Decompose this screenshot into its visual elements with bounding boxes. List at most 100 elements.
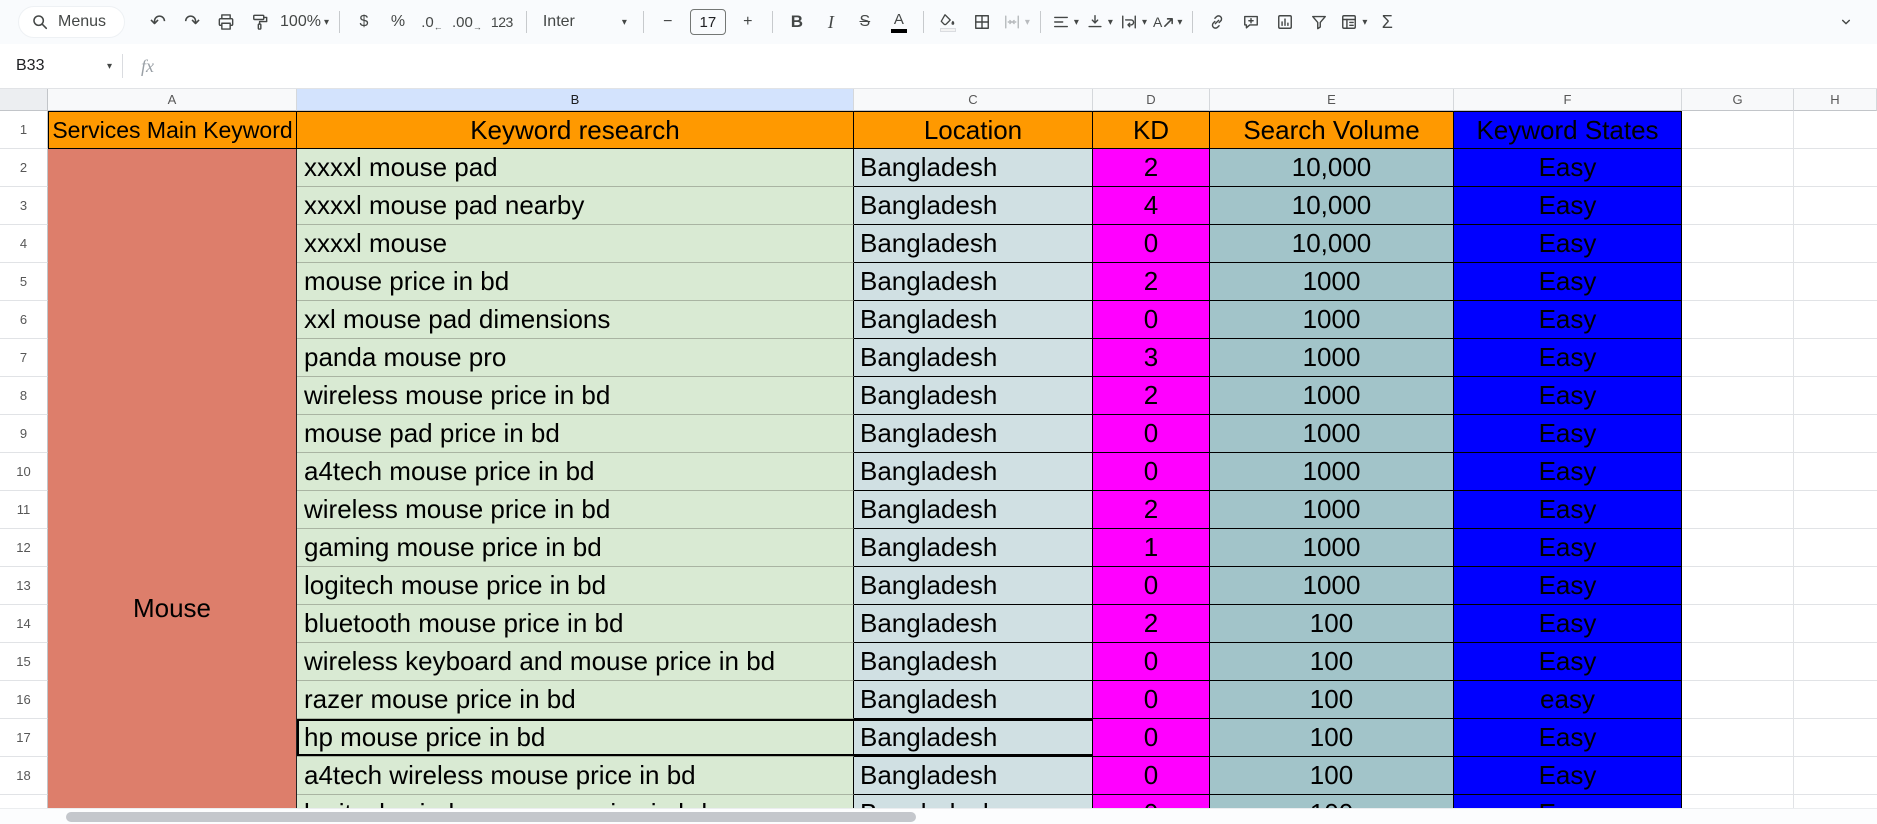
cell-H15[interactable]: [1794, 643, 1877, 681]
cell-F9[interactable]: Easy: [1454, 415, 1682, 453]
cell-F7[interactable]: Easy: [1454, 339, 1682, 377]
cell-E17[interactable]: 100: [1210, 719, 1454, 757]
formula-input[interactable]: [164, 44, 1877, 88]
cell-E10[interactable]: 1000: [1210, 453, 1454, 491]
row-header-3[interactable]: 3: [0, 187, 48, 225]
cell-B13[interactable]: logitech mouse price in bd: [297, 567, 854, 605]
cell-F13[interactable]: Easy: [1454, 567, 1682, 605]
cell-G9[interactable]: [1682, 415, 1794, 453]
cell-E11[interactable]: 1000: [1210, 491, 1454, 529]
cell-C9[interactable]: Bangladesh: [854, 415, 1093, 453]
undo-button[interactable]: ↶: [144, 8, 172, 36]
select-all-corner[interactable]: [0, 89, 48, 111]
horizontal-scrollbar-thumb[interactable]: [66, 812, 916, 822]
more-formats-button[interactable]: 123: [488, 8, 516, 36]
insert-comment-button[interactable]: [1237, 8, 1265, 36]
cell-G2[interactable]: [1682, 149, 1794, 187]
cell-D5[interactable]: 2: [1093, 263, 1210, 301]
cell-H12[interactable]: [1794, 529, 1877, 567]
column-header-e[interactable]: E: [1210, 89, 1454, 111]
cell-C6[interactable]: Bangladesh: [854, 301, 1093, 339]
text-wrapping-button[interactable]: ▾: [1119, 8, 1147, 36]
row-header-15[interactable]: 15: [0, 643, 48, 681]
cell-D8[interactable]: 2: [1093, 377, 1210, 415]
column-header-f[interactable]: F: [1454, 89, 1682, 111]
cell-D17[interactable]: 0: [1093, 719, 1210, 757]
cell-H16[interactable]: [1794, 681, 1877, 719]
cell-E12[interactable]: 1000: [1210, 529, 1454, 567]
cell-E1-search-volume[interactable]: Search Volume: [1210, 111, 1454, 149]
create-filter-button[interactable]: [1305, 8, 1333, 36]
cell-C5[interactable]: Bangladesh: [854, 263, 1093, 301]
cell-D12[interactable]: 1: [1093, 529, 1210, 567]
cell-G11[interactable]: [1682, 491, 1794, 529]
cell-G5[interactable]: [1682, 263, 1794, 301]
cell-C4[interactable]: Bangladesh: [854, 225, 1093, 263]
cell-E13[interactable]: 1000: [1210, 567, 1454, 605]
cell-B14[interactable]: bluetooth mouse price in bd: [297, 605, 854, 643]
vertical-align-button[interactable]: ▾: [1085, 8, 1113, 36]
italic-button[interactable]: I: [817, 8, 845, 36]
row-header-16[interactable]: 16: [0, 681, 48, 719]
cell-B3[interactable]: xxxxl mouse pad nearby: [297, 187, 854, 225]
cell-F4[interactable]: Easy: [1454, 225, 1682, 263]
text-color-button[interactable]: A: [885, 8, 913, 36]
column-header-h[interactable]: H: [1794, 89, 1877, 111]
cell-G13[interactable]: [1682, 567, 1794, 605]
functions-button[interactable]: Σ: [1373, 8, 1401, 36]
row-header-13[interactable]: 13: [0, 567, 48, 605]
cell-F3[interactable]: Easy: [1454, 187, 1682, 225]
cell-H18[interactable]: [1794, 757, 1877, 795]
cell-C11[interactable]: Bangladesh: [854, 491, 1093, 529]
cell-E15[interactable]: 100: [1210, 643, 1454, 681]
cell-B17[interactable]: hp mouse price in bd: [297, 719, 854, 757]
column-header-d[interactable]: D: [1093, 89, 1210, 111]
cell-F2[interactable]: Easy: [1454, 149, 1682, 187]
format-currency-button[interactable]: $: [350, 8, 378, 36]
cell-H13[interactable]: [1794, 567, 1877, 605]
cell-F15[interactable]: Easy: [1454, 643, 1682, 681]
cell-C14[interactable]: Bangladesh: [854, 605, 1093, 643]
cell-B6[interactable]: xxl mouse pad dimensions: [297, 301, 854, 339]
row-header-14[interactable]: 14: [0, 605, 48, 643]
fill-color-button[interactable]: [934, 8, 962, 36]
cell-E6[interactable]: 1000: [1210, 301, 1454, 339]
cell-D1-kd[interactable]: KD: [1093, 111, 1210, 149]
cell-G15[interactable]: [1682, 643, 1794, 681]
column-header-c[interactable]: C: [854, 89, 1093, 111]
cell-D7[interactable]: 3: [1093, 339, 1210, 377]
column-header-a[interactable]: A: [48, 89, 297, 111]
cell-D9[interactable]: 0: [1093, 415, 1210, 453]
cell-name-box[interactable]: B33 ▾: [0, 57, 112, 75]
cell-D6[interactable]: 0: [1093, 301, 1210, 339]
menus-search-pill[interactable]: Menus: [18, 6, 125, 38]
decrease-font-size-button[interactable]: −: [654, 8, 682, 36]
cell-H8[interactable]: [1794, 377, 1877, 415]
cell-H10[interactable]: [1794, 453, 1877, 491]
row-header-4[interactable]: 4: [0, 225, 48, 263]
cell-F1-keyword-states[interactable]: Keyword States: [1454, 111, 1682, 149]
cell-D11[interactable]: 2: [1093, 491, 1210, 529]
cell-C8[interactable]: Bangladesh: [854, 377, 1093, 415]
print-button[interactable]: [212, 8, 240, 36]
merge-cells-button[interactable]: ▾: [1002, 8, 1030, 36]
insert-link-button[interactable]: [1203, 8, 1231, 36]
cell-F6[interactable]: Easy: [1454, 301, 1682, 339]
cell-C1-location[interactable]: Location: [854, 111, 1093, 149]
cell-F10[interactable]: Easy: [1454, 453, 1682, 491]
cell-F14[interactable]: Easy: [1454, 605, 1682, 643]
cell-H5[interactable]: [1794, 263, 1877, 301]
cell-D14[interactable]: 2: [1093, 605, 1210, 643]
cell-C13[interactable]: Bangladesh: [854, 567, 1093, 605]
cell-F8[interactable]: Easy: [1454, 377, 1682, 415]
cell-B11[interactable]: wireless mouse price in bd: [297, 491, 854, 529]
cell-D2[interactable]: 2: [1093, 149, 1210, 187]
cell-C15[interactable]: Bangladesh: [854, 643, 1093, 681]
cell-D16[interactable]: 0: [1093, 681, 1210, 719]
cell-E2[interactable]: 10,000: [1210, 149, 1454, 187]
hide-toolbar-button[interactable]: [1832, 8, 1860, 36]
cell-B5[interactable]: mouse price in bd: [297, 263, 854, 301]
decrease-decimal-button[interactable]: .0←: [418, 8, 446, 36]
cell-F16[interactable]: easy: [1454, 681, 1682, 719]
cell-C7[interactable]: Bangladesh: [854, 339, 1093, 377]
